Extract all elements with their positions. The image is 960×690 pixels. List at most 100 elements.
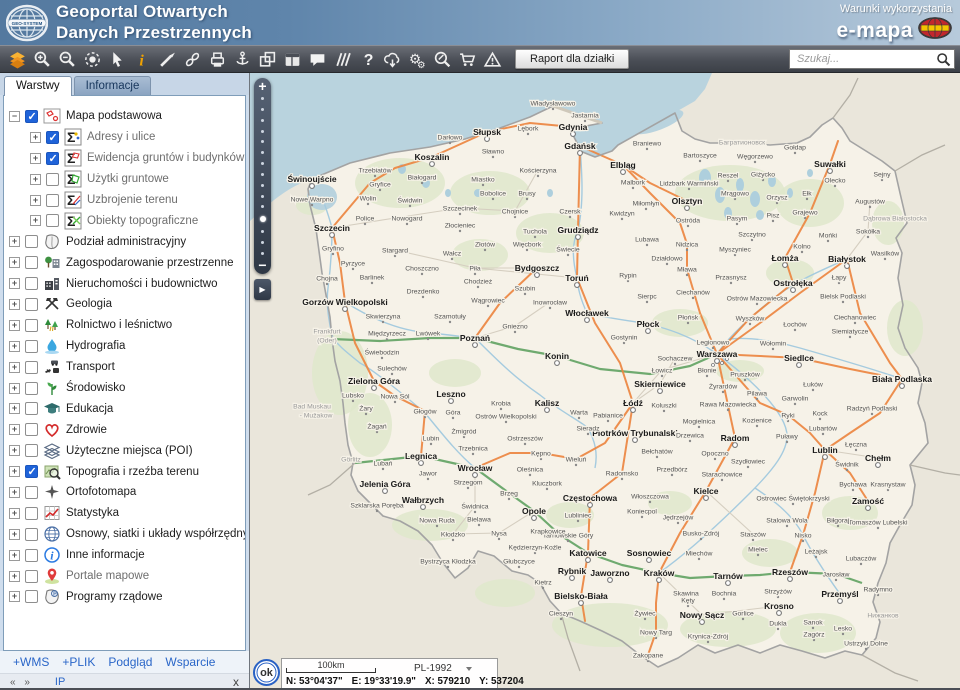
close-panel-button[interactable]: x bbox=[233, 675, 239, 689]
footer-link-wsparcie[interactable]: Wsparcie bbox=[165, 655, 215, 669]
layer-checkbox[interactable] bbox=[25, 110, 38, 123]
expand-icon[interactable]: + bbox=[30, 195, 41, 206]
tool-print-button[interactable] bbox=[205, 47, 230, 71]
expand-icon[interactable]: + bbox=[30, 132, 41, 143]
layer-label[interactable]: Geologia bbox=[66, 298, 112, 310]
layer-checkbox[interactable] bbox=[25, 507, 38, 520]
expand-icon[interactable]: + bbox=[9, 508, 20, 519]
layer-label[interactable]: Ortofotomapa bbox=[66, 486, 136, 498]
tab-warstwy[interactable]: Warstwy bbox=[4, 76, 72, 96]
projection-select[interactable]: PL-1992 bbox=[414, 663, 472, 674]
tool-layers-button[interactable] bbox=[5, 47, 30, 71]
tool-cart-button[interactable] bbox=[455, 47, 480, 71]
layer-checkbox[interactable] bbox=[25, 549, 38, 562]
zoom-level-dot[interactable] bbox=[261, 162, 264, 165]
layer-checkbox[interactable] bbox=[25, 423, 38, 436]
layer-label[interactable]: Ewidencja gruntów i budynków bbox=[87, 152, 244, 164]
tool-measure-button[interactable] bbox=[330, 47, 355, 71]
expand-icon[interactable]: + bbox=[30, 153, 41, 164]
layer-label[interactable]: Programy rządowe bbox=[66, 591, 163, 603]
tool-zoom-out-button[interactable] bbox=[55, 47, 80, 71]
layer-checkbox[interactable] bbox=[25, 235, 38, 248]
zoom-level-dot[interactable] bbox=[261, 252, 264, 255]
map-viewport[interactable]: GdyniaGdańskSłupskKoszalinŚwinoujścieSzc… bbox=[250, 73, 960, 690]
tab-informacje[interactable]: Informacje bbox=[74, 76, 152, 95]
zoom-level-dot[interactable] bbox=[261, 108, 264, 111]
layer-label[interactable]: Nieruchomości i budownictwo bbox=[66, 278, 217, 290]
layer-label[interactable]: Środowisko bbox=[66, 382, 125, 394]
layer-checkbox[interactable] bbox=[46, 173, 59, 186]
layer-checkbox[interactable] bbox=[25, 465, 38, 478]
layer-label[interactable]: Obiekty topograficzne bbox=[87, 215, 198, 227]
ok-button[interactable]: ok bbox=[253, 659, 280, 686]
zoom-level-current[interactable] bbox=[260, 216, 266, 222]
layer-checkbox[interactable] bbox=[46, 152, 59, 165]
zoom-level-dot[interactable] bbox=[261, 119, 264, 122]
search-input[interactable] bbox=[797, 53, 936, 65]
expand-icon[interactable]: + bbox=[9, 571, 20, 582]
expand-icon[interactable]: + bbox=[9, 320, 20, 331]
layer-label[interactable]: Topografia i rzeźba terenu bbox=[66, 466, 199, 478]
zoom-level-dot[interactable] bbox=[261, 97, 264, 100]
tool-link-button[interactable] bbox=[180, 47, 205, 71]
zoom-level-dot[interactable] bbox=[261, 241, 264, 244]
zoom-in-button[interactable]: + bbox=[258, 80, 266, 93]
layer-checkbox[interactable] bbox=[25, 382, 38, 395]
zoom-out-button[interactable]: − bbox=[258, 259, 266, 272]
panel-toggle-button[interactable]: ▶ bbox=[254, 279, 271, 300]
layer-label[interactable]: Portale mapowe bbox=[66, 570, 149, 582]
expand-icon[interactable]: + bbox=[9, 403, 20, 414]
zoom-level-dot[interactable] bbox=[261, 195, 264, 198]
tool-layout-button[interactable] bbox=[280, 47, 305, 71]
tool-cursor-button[interactable] bbox=[105, 47, 130, 71]
tool-select-area-button[interactable] bbox=[80, 47, 105, 71]
collapse-icon[interactable]: − bbox=[9, 111, 20, 122]
layer-checkbox[interactable] bbox=[25, 277, 38, 290]
tool-windows-button[interactable] bbox=[255, 47, 280, 71]
layer-checkbox[interactable] bbox=[25, 361, 38, 374]
layer-label[interactable]: Rolnictwo i leśnictwo bbox=[66, 319, 172, 331]
layer-label[interactable]: Użytki gruntowe bbox=[87, 173, 169, 185]
layer-label[interactable]: Uzbrojenie terenu bbox=[87, 194, 178, 206]
layer-label[interactable]: Adresy i ulice bbox=[87, 131, 155, 143]
layer-checkbox[interactable] bbox=[25, 319, 38, 332]
layer-checkbox[interactable] bbox=[46, 131, 59, 144]
tool-zoom-in-button[interactable] bbox=[30, 47, 55, 71]
layer-label[interactable]: Zdrowie bbox=[66, 424, 107, 436]
layer-checkbox[interactable] bbox=[25, 256, 38, 269]
expand-icon[interactable]: + bbox=[9, 362, 20, 373]
search-icon[interactable] bbox=[936, 52, 951, 67]
layer-checkbox[interactable] bbox=[25, 402, 38, 415]
zoom-level-dot[interactable] bbox=[261, 151, 264, 154]
zoom-level-dot[interactable] bbox=[261, 205, 264, 208]
zoom-level-dot[interactable] bbox=[261, 130, 264, 133]
ip-link[interactable]: IP bbox=[55, 676, 65, 688]
report-parcel-button[interactable]: Raport dla działki bbox=[515, 49, 629, 69]
layer-label[interactable]: Podział administracyjny bbox=[66, 236, 186, 248]
layer-label[interactable]: Statystyka bbox=[66, 507, 119, 519]
tool-search-plot-button[interactable] bbox=[430, 47, 455, 71]
expand-icon[interactable]: + bbox=[9, 591, 20, 602]
expand-icon[interactable]: + bbox=[9, 445, 20, 456]
expand-icon[interactable]: + bbox=[9, 550, 20, 561]
zoom-level-dot[interactable] bbox=[261, 230, 264, 233]
zoom-level-dot[interactable] bbox=[261, 140, 264, 143]
expand-icon[interactable]: + bbox=[9, 466, 20, 477]
terms-link[interactable]: Warunki wykorzystania bbox=[836, 3, 952, 15]
layer-checkbox[interactable] bbox=[46, 194, 59, 207]
tool-draw-button[interactable] bbox=[155, 47, 180, 71]
expand-icon[interactable]: + bbox=[9, 383, 20, 394]
zoom-level-dot[interactable] bbox=[261, 184, 264, 187]
tool-help-button[interactable]: ? bbox=[355, 47, 380, 71]
footer-link-plik[interactable]: +PLIK bbox=[62, 655, 95, 669]
layer-checkbox[interactable] bbox=[25, 444, 38, 457]
layer-label[interactable]: Użyteczne miejsca (POI) bbox=[66, 445, 193, 457]
tool-cloud-download-button[interactable] bbox=[380, 47, 405, 71]
footer-link-podgld[interactable]: Podgląd bbox=[108, 655, 152, 669]
tool-comment-button[interactable] bbox=[305, 47, 330, 71]
layer-label[interactable]: Inne informacje bbox=[66, 549, 145, 561]
expand-icon[interactable]: + bbox=[9, 236, 20, 247]
layer-checkbox[interactable] bbox=[25, 298, 38, 311]
layer-checkbox[interactable] bbox=[25, 340, 38, 353]
expand-icon[interactable]: + bbox=[9, 257, 20, 268]
